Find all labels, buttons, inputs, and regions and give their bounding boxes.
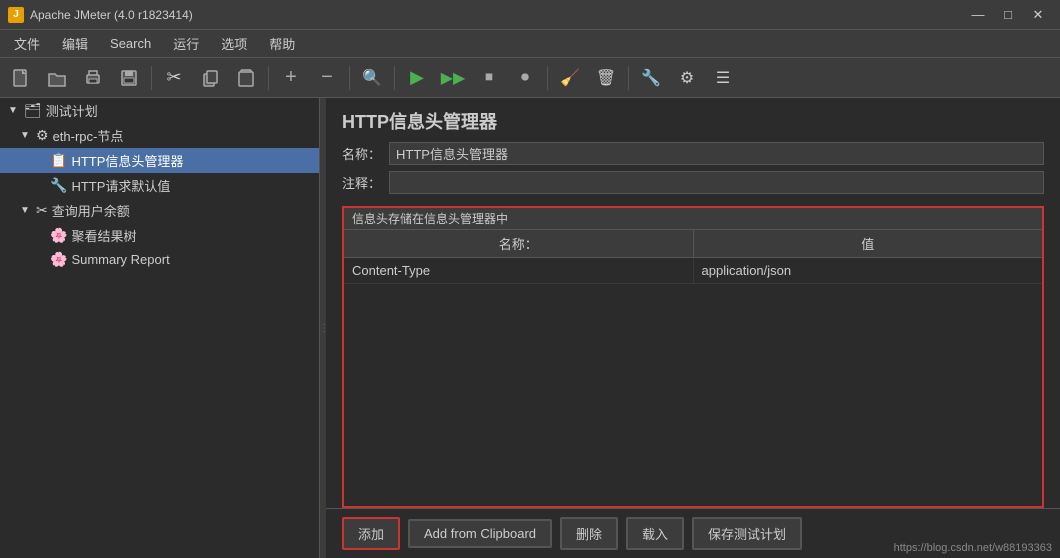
name-row: 名称： [342, 142, 1044, 165]
menu-search[interactable]: Search [100, 33, 161, 54]
ethrpc-icon: ⚙ [36, 127, 49, 144]
sidebar-item-label: HTTP信息头管理器 [71, 151, 183, 170]
sidebar-item-summary-report[interactable]: 🌸 Summary Report [0, 248, 319, 271]
name-label: 名称： [342, 144, 381, 163]
sidebar-item-label: 测试计划 [46, 101, 98, 120]
sidebar-item-label: Summary Report [71, 252, 169, 267]
save-test-button[interactable]: 保存测试计划 [692, 517, 802, 550]
col-header-name: 名称： [344, 230, 694, 257]
title-bar-left: J Apache JMeter (4.0 r1823414) [8, 7, 193, 23]
toolbar-separator-1 [151, 66, 152, 90]
query-icon: ✂ [36, 202, 48, 219]
main-layout: ▼ 🗂 测试计划 ▼ ⚙ eth-rpc-节点 📋 HTTP信息头管理器 🔧 H… [0, 98, 1060, 558]
table-body: Content-Type application/json [344, 258, 1042, 506]
title-bar: J Apache JMeter (4.0 r1823414) — □ ✕ [0, 0, 1060, 30]
run-button[interactable]: ▶ [400, 61, 434, 95]
remote-button[interactable]: 🔧 [634, 61, 668, 95]
maximize-button[interactable]: □ [994, 5, 1022, 25]
paste-button[interactable] [229, 61, 263, 95]
default-icon: 🔧 [50, 177, 67, 194]
table-title: 信息头存储在信息头管理器中 [344, 208, 1042, 230]
toolbar-separator-5 [547, 66, 548, 90]
header-icon: 📋 [50, 152, 67, 169]
print-button[interactable] [76, 61, 110, 95]
comment-input[interactable] [389, 171, 1044, 194]
page-title: HTTP信息头管理器 [342, 108, 1044, 134]
menu-options[interactable]: 选项 [211, 31, 257, 56]
menu-edit[interactable]: 编辑 [52, 31, 98, 56]
clear-button[interactable]: 🧹 [553, 61, 587, 95]
sidebar: ▼ 🗂 测试计划 ▼ ⚙ eth-rpc-节点 📋 HTTP信息头管理器 🔧 H… [0, 98, 320, 558]
copy-button[interactable] [193, 61, 227, 95]
stop-button[interactable]: ⏹ [472, 61, 506, 95]
toolbar-separator-6 [628, 66, 629, 90]
comment-row: 注释： [342, 171, 1044, 194]
arrow-icon: ▼ [8, 105, 20, 116]
sidebar-item-testplan[interactable]: ▼ 🗂 测试计划 [0, 98, 319, 123]
sidebar-item-http-default[interactable]: 🔧 HTTP请求默认值 [0, 173, 319, 198]
add-header-button[interactable]: 添加 [342, 517, 400, 550]
menu-bar: 文件 编辑 Search 运行 选项 帮助 [0, 30, 1060, 58]
bottom-bar: 添加 Add from Clipboard 删除 载入 保存测试计划 [326, 508, 1060, 558]
content-header: HTTP信息头管理器 名称： 注释： [326, 98, 1060, 206]
sidebar-item-http-header[interactable]: 📋 HTTP信息头管理器 [0, 148, 319, 173]
app-icon: J [8, 7, 24, 23]
sidebar-item-label: 查询用户余额 [52, 201, 130, 220]
sidebar-item-label: 聚看结果树 [71, 226, 136, 245]
sidebar-item-query[interactable]: ▼ ✂ 查询用户余额 [0, 198, 319, 223]
sidebar-item-label: HTTP请求默认值 [71, 176, 170, 195]
col-header-value: 值 [694, 230, 1043, 257]
minimize-button[interactable]: — [964, 5, 992, 25]
cell-name: Content-Type [344, 258, 694, 283]
function-button[interactable]: ⚙ [670, 61, 704, 95]
result-tree-icon: 🌸 [50, 227, 67, 244]
clear-all-button[interactable]: 🗑 [589, 61, 623, 95]
table-col-headers: 名称： 值 [344, 230, 1042, 258]
close-button[interactable]: ✕ [1024, 5, 1052, 25]
load-button[interactable]: 载入 [626, 517, 684, 550]
run-nonstop-button[interactable]: ▶▶ [436, 61, 470, 95]
template-button[interactable]: ☰ [706, 61, 740, 95]
toolbar-separator-2 [268, 66, 269, 90]
comment-label: 注释： [342, 173, 381, 192]
clipboard-button[interactable]: Add from Clipboard [408, 519, 552, 548]
sidebar-item-label: eth-rpc-节点 [53, 126, 124, 145]
toolbar: ✂ + − 🔍 ▶ ▶▶ ⏹ ⏺ 🧹 🗑 🔧 ⚙ ☰ [0, 58, 1060, 98]
cell-value: application/json [694, 258, 1043, 283]
save-button[interactable] [112, 61, 146, 95]
headers-table: 信息头存储在信息头管理器中 名称： 值 Content-Type applica… [342, 206, 1044, 508]
menu-file[interactable]: 文件 [4, 31, 50, 56]
add-button[interactable]: + [274, 61, 308, 95]
remove-button[interactable]: − [310, 61, 344, 95]
arrow-icon: ▼ [20, 130, 32, 141]
name-input[interactable] [389, 142, 1044, 165]
content-area: HTTP信息头管理器 名称： 注释： 信息头存储在信息头管理器中 名称： 值 C… [326, 98, 1060, 558]
cut-button[interactable]: ✂ [157, 61, 191, 95]
open-button[interactable] [40, 61, 74, 95]
browse-button[interactable]: 🔍 [355, 61, 389, 95]
stop-all-button[interactable]: ⏺ [508, 61, 542, 95]
table-row[interactable]: Content-Type application/json [344, 258, 1042, 284]
toolbar-separator-4 [394, 66, 395, 90]
menu-run[interactable]: 运行 [163, 31, 209, 56]
arrow-icon: ▼ [20, 205, 32, 216]
menu-help[interactable]: 帮助 [259, 31, 305, 56]
testplan-icon: 🗂 [24, 102, 42, 119]
window-controls: — □ ✕ [964, 5, 1052, 25]
summary-icon: 🌸 [50, 251, 67, 268]
toolbar-separator-3 [349, 66, 350, 90]
title-bar-text: Apache JMeter (4.0 r1823414) [30, 8, 193, 22]
new-button[interactable] [4, 61, 38, 95]
delete-button[interactable]: 删除 [560, 517, 618, 550]
sidebar-item-result-tree[interactable]: 🌸 聚看结果树 [0, 223, 319, 248]
sidebar-item-ethrpc[interactable]: ▼ ⚙ eth-rpc-节点 [0, 123, 319, 148]
